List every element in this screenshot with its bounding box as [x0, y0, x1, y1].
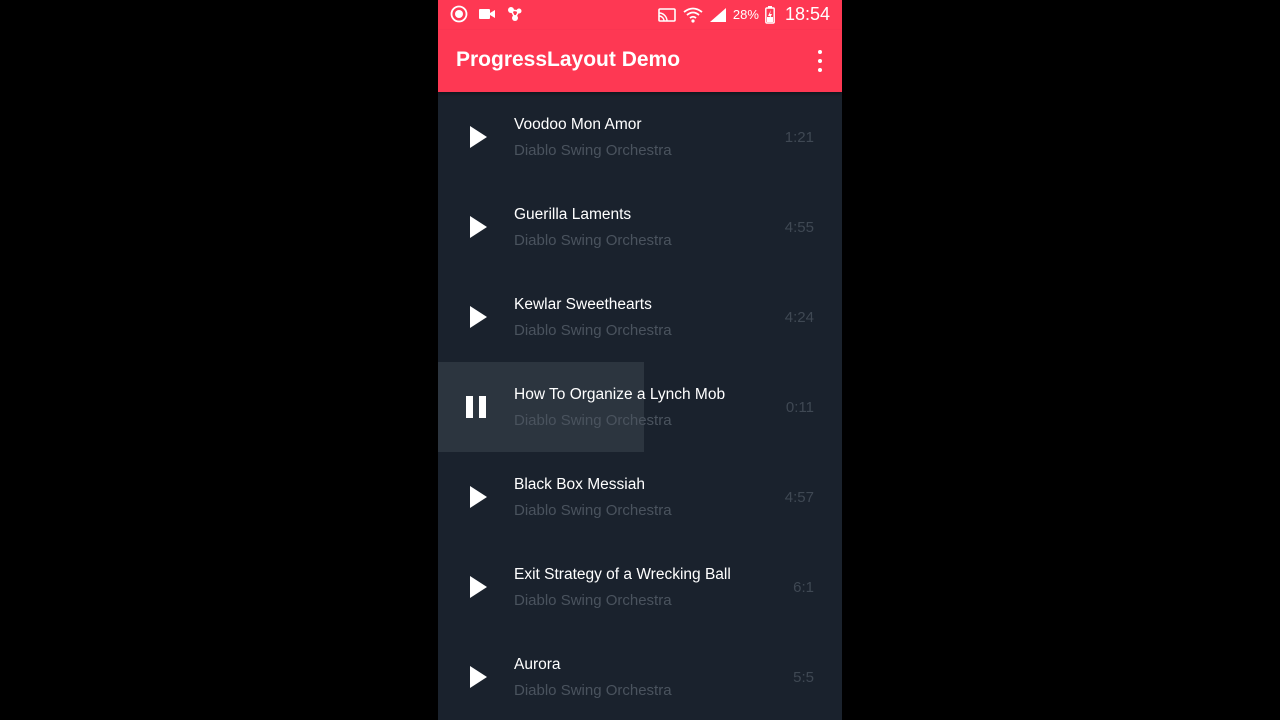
- track-artist: Diablo Swing Orchestra: [514, 502, 672, 519]
- cast-icon: [658, 7, 676, 22]
- sync-icon: [508, 7, 522, 21]
- track-title: How To Organize a Lynch Mob: [514, 386, 726, 403]
- wifi-icon: [683, 7, 703, 23]
- track-row[interactable]: How To Organize a Lynch Mob Diablo Swing …: [438, 362, 842, 452]
- play-icon[interactable]: [458, 477, 494, 517]
- play-icon[interactable]: [458, 657, 494, 697]
- app-bar: ProgressLayout Demo: [438, 30, 842, 92]
- track-duration: 0:11: [785, 399, 814, 416]
- track-list: Voodoo Mon Amor Diablo Swing Orchestra 1:2…: [438, 92, 842, 720]
- track-row[interactable]: Voodoo Mon Amor Diablo Swing Orchestra 1:2…: [438, 92, 842, 182]
- more-vert-icon[interactable]: [816, 50, 824, 72]
- track-duration: 4:55: [784, 219, 814, 236]
- track-duration: 5:5: [793, 669, 814, 686]
- battery-percent: 28%: [732, 7, 759, 22]
- video-icon: [479, 9, 495, 19]
- track-duration: 1:21: [784, 129, 814, 146]
- clock: 18:54: [784, 4, 830, 24]
- track-artist: Diablo Swing Orchestra: [514, 412, 672, 429]
- play-icon[interactable]: [458, 117, 494, 157]
- status-bar: 28% 18:54: [438, 0, 842, 30]
- track-title: Kewlar Sweethearts: [514, 296, 652, 313]
- track-row[interactable]: Black Box Messiah Diablo Swing Orchestra 4…: [438, 452, 842, 542]
- play-icon[interactable]: [458, 207, 494, 247]
- track-duration: 6:1: [793, 579, 814, 596]
- track-title: Guerilla Laments: [514, 206, 632, 223]
- track-title: Black Box Messiah: [514, 476, 645, 493]
- app-title: ProgressLayout Demo: [456, 48, 681, 71]
- play-icon[interactable]: [458, 567, 494, 607]
- battery-charging-icon: [765, 5, 775, 24]
- track-title: Aurora: [514, 656, 561, 673]
- play-icon[interactable]: [458, 297, 494, 337]
- pause-icon[interactable]: [458, 387, 494, 427]
- track-title: Voodoo Mon Amor: [514, 116, 642, 133]
- track-artist: Diablo Swing Orchestra: [514, 682, 672, 699]
- track-row[interactable]: Aurora Diablo Swing Orchestra 5:5: [438, 632, 842, 720]
- track-artist: Diablo Swing Orchestra: [514, 142, 672, 159]
- track-duration: 4:24: [784, 309, 814, 326]
- record-icon: [450, 5, 468, 23]
- track-artist: Diablo Swing Orchestra: [514, 322, 672, 339]
- track-artist: Diablo Swing Orchestra: [514, 232, 672, 249]
- track-title: Exit Strategy of a Wrecking Ball: [514, 566, 731, 583]
- track-row[interactable]: Kewlar Sweethearts Diablo Swing Orchestra…: [438, 272, 842, 362]
- track-row[interactable]: Exit Strategy of a Wrecking Ball Diablo S…: [438, 542, 842, 632]
- track-row[interactable]: Guerilla Laments Diablo Swing Orchestra 4:…: [438, 182, 842, 272]
- phone-screen: 28% 18:54 ProgressLayout Demo Voodoo Mon…: [438, 0, 842, 720]
- track-artist: Diablo Swing Orchestra: [514, 592, 672, 609]
- track-duration: 4:57: [784, 489, 814, 506]
- signal-icon: [709, 7, 726, 22]
